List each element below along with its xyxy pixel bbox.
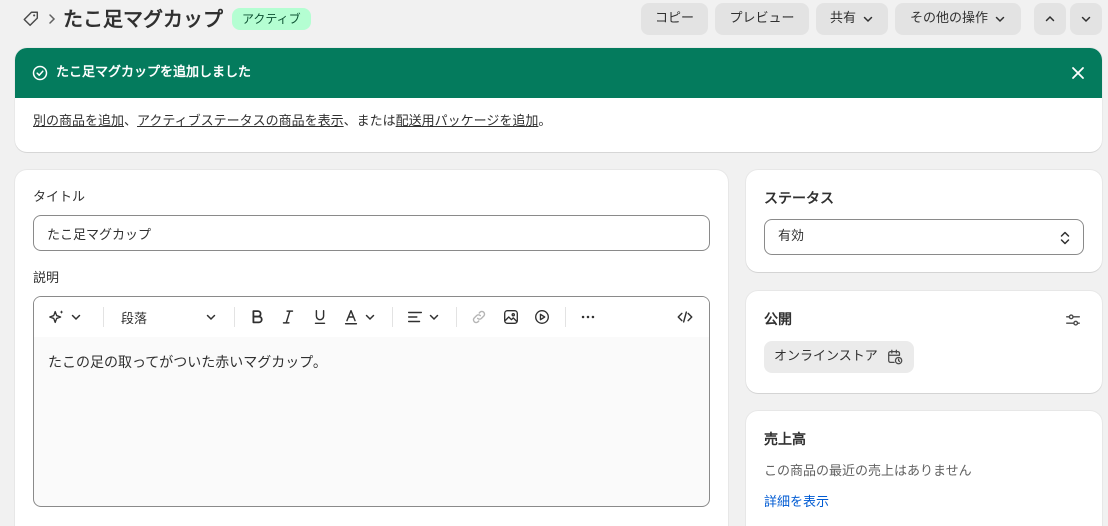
page-header: たこ足マグカップ アクティブ コピー プレビュー 共有 その他の操作 <box>0 0 1108 38</box>
chevron-up-icon <box>1045 15 1055 22</box>
chevron-down-icon <box>863 16 873 23</box>
bold-icon <box>252 310 263 324</box>
preview-button[interactable]: プレビュー <box>715 3 809 35</box>
channel-name: オンラインストア <box>774 349 878 364</box>
image-icon <box>504 310 518 324</box>
next-product-button[interactable] <box>1070 3 1102 35</box>
paragraph-format-label: 段落 <box>121 311 148 327</box>
link-icon <box>472 310 486 324</box>
status-card: ステータス 有効 <box>746 170 1102 272</box>
chevron-down-icon <box>1081 16 1091 23</box>
product-details-card: タイトル 説明 段落 <box>15 170 728 526</box>
title-label: タイトル <box>33 190 86 205</box>
chevron-down-icon <box>206 314 216 321</box>
chevron-down-icon <box>429 314 439 321</box>
banner-separator: 、 <box>124 114 138 129</box>
banner-title: たこ足マグカップを追加しました <box>56 65 252 80</box>
toolbar-divider <box>565 307 566 327</box>
chevron-down-icon <box>365 314 375 321</box>
insert-image-button[interactable] <box>502 307 520 327</box>
chevron-down-icon <box>995 16 1005 23</box>
success-banner: たこ足マグカップを追加しました 別の商品を追加、アクティブステータスの商品を表示… <box>15 48 1102 152</box>
copy-button-label: コピー <box>654 11 694 26</box>
editor-toolbar: 段落 <box>34 297 709 337</box>
select-arrows-icon <box>1060 231 1070 245</box>
share-button-label: 共有 <box>829 11 856 26</box>
sliders-icon[interactable] <box>1064 311 1082 329</box>
text-color-icon <box>344 309 358 325</box>
preview-button-label: プレビュー <box>729 11 795 26</box>
italic-button[interactable] <box>279 307 297 327</box>
status-card-title: ステータス <box>764 191 834 207</box>
insert-link-button[interactable] <box>470 307 488 327</box>
ai-generate-button[interactable] <box>48 307 82 327</box>
underline-icon <box>314 309 326 325</box>
show-active-products-link[interactable]: アクティブステータスの商品を表示 <box>137 114 344 129</box>
align-button[interactable] <box>406 307 440 327</box>
check-circle-icon <box>32 65 48 81</box>
toolbar-divider <box>103 307 104 327</box>
banner-end: 。 <box>538 114 552 129</box>
tag-icon[interactable] <box>22 10 40 28</box>
description-editor[interactable]: 段落 たこの足の取ってがついた赤いマグカップ。 <box>33 296 710 507</box>
previous-product-button[interactable] <box>1034 3 1066 35</box>
sales-card: 売上高 この商品の最近の売上はありません 詳細を表示 <box>746 411 1102 526</box>
status-badge: アクティブ <box>232 8 311 30</box>
copy-button[interactable]: コピー <box>641 3 708 35</box>
code-icon <box>677 311 693 323</box>
close-icon[interactable] <box>1070 65 1086 81</box>
italic-icon <box>282 310 294 324</box>
title-input[interactable] <box>33 215 710 251</box>
toolbar-divider <box>392 307 393 327</box>
banner-header: たこ足マグカップを追加しました <box>15 48 1102 98</box>
share-button[interactable]: 共有 <box>816 3 888 35</box>
sparkle-icon <box>49 310 64 324</box>
status-select-value: 有効 <box>778 229 805 244</box>
publishing-card: 公開 オンラインストア <box>746 291 1102 393</box>
more-actions-button-label: その他の操作 <box>909 11 988 26</box>
page-title: たこ足マグカップ <box>63 7 223 31</box>
more-horizontal-icon <box>581 315 595 319</box>
insert-video-button[interactable] <box>533 307 551 327</box>
play-circle-icon <box>535 310 549 324</box>
more-formatting-button[interactable] <box>579 307 597 327</box>
banner-separator: 、または <box>343 114 396 129</box>
more-actions-button[interactable]: その他の操作 <box>895 3 1021 35</box>
banner-message: 別の商品を追加、アクティブステータスの商品を表示、または配送用パッケージを追加。 <box>33 112 551 132</box>
chevron-right-icon <box>47 12 57 26</box>
chevron-down-icon <box>71 314 81 321</box>
description-label: 説明 <box>33 271 60 286</box>
paragraph-format-select[interactable]: 段落 <box>121 307 217 327</box>
toolbar-divider <box>234 307 235 327</box>
add-another-product-link[interactable]: 別の商品を追加 <box>33 114 124 129</box>
toolbar-divider <box>456 307 457 327</box>
show-html-button[interactable] <box>676 307 694 327</box>
add-shipping-package-link[interactable]: 配送用パッケージを追加 <box>396 114 539 129</box>
description-content[interactable]: たこの足の取ってがついた赤いマグカップ。 <box>48 353 327 373</box>
calendar-clock-icon[interactable] <box>886 348 904 366</box>
text-color-button[interactable] <box>342 307 376 327</box>
view-details-link[interactable]: 詳細を表示 <box>764 494 829 512</box>
online-store-channel[interactable]: オンラインストア <box>764 341 914 373</box>
sales-card-title: 売上高 <box>764 432 806 448</box>
status-select[interactable]: 有効 <box>764 219 1084 255</box>
publishing-card-title: 公開 <box>764 312 792 328</box>
bold-button[interactable] <box>248 307 266 327</box>
underline-button[interactable] <box>311 307 329 327</box>
sales-empty-text: この商品の最近の売上はありません <box>764 464 972 479</box>
align-left-icon <box>407 311 423 323</box>
